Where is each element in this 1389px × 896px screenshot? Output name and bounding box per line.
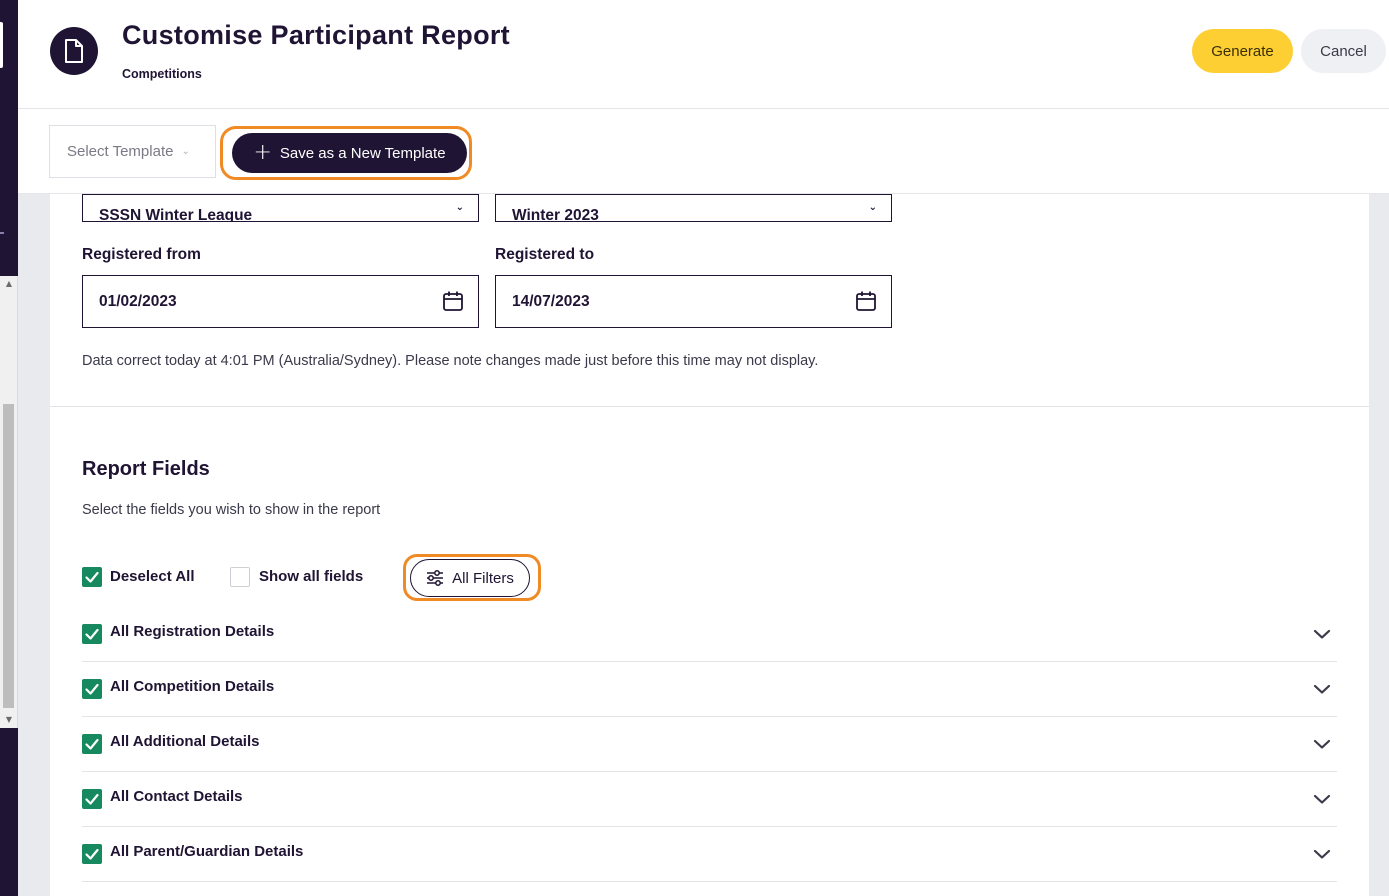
registered-from-label: Registered from — [82, 246, 201, 263]
report-fields-description: Select the fields you wish to show in th… — [82, 502, 381, 518]
competition-value: SSSN Winter League — [99, 207, 253, 222]
chevron-down-icon[interactable] — [1313, 848, 1331, 860]
plus-icon: + — [253, 140, 272, 165]
page-header: Customise Participant Report Competition… — [18, 0, 1389, 109]
checkmark-icon — [85, 628, 99, 640]
document-icon — [50, 27, 98, 75]
competition-select[interactable]: SSSN Winter League ⌄ — [82, 194, 479, 222]
chevron-down-icon: ⌄ — [455, 202, 464, 213]
calendar-icon[interactable] — [442, 290, 464, 317]
checkmark-icon — [85, 738, 99, 750]
scroll-up-arrow-icon[interactable]: ▲ — [0, 276, 18, 292]
contact-details-label: All Contact Details — [110, 788, 243, 805]
chevron-down-icon[interactable] — [1313, 738, 1331, 750]
contact-details-checkbox[interactable] — [82, 789, 102, 809]
sliders-icon — [427, 570, 444, 586]
calendar-icon[interactable] — [855, 290, 877, 317]
show-all-fields-checkbox[interactable] — [230, 567, 250, 587]
all-filters-button[interactable]: All Filters — [410, 559, 530, 597]
accordion-additional-details[interactable]: All Additional Details — [82, 726, 1337, 772]
app-root: ▲ ▼ Customise Participant Report Competi… — [0, 0, 1389, 896]
parent-guardian-details-label: All Parent/Guardian Details — [110, 843, 304, 860]
competition-details-label: All Competition Details — [110, 678, 275, 695]
all-filters-label: All Filters — [452, 569, 514, 587]
registered-to-value: 14/07/2023 — [512, 292, 590, 310]
registered-from-field[interactable]: 01/02/2023 — [82, 275, 479, 328]
accordion-contact-details[interactable]: All Contact Details — [82, 781, 1337, 827]
cancel-button[interactable]: Cancel — [1301, 29, 1386, 73]
registered-to-field[interactable]: 14/07/2023 — [495, 275, 892, 328]
additional-details-checkbox[interactable] — [82, 734, 102, 754]
scrollbar[interactable]: ▲ ▼ — [0, 276, 18, 728]
deselect-all-label[interactable]: Deselect All — [110, 568, 195, 585]
generate-button[interactable]: Generate — [1192, 29, 1293, 73]
checkmark-icon — [85, 793, 99, 805]
registered-to-label: Registered to — [495, 246, 595, 263]
parent-guardian-details-checkbox[interactable] — [82, 844, 102, 864]
scroll-down-arrow-icon[interactable]: ▼ — [0, 712, 18, 728]
page-title: Customise Participant Report — [122, 20, 510, 50]
show-all-fields-label[interactable]: Show all fields — [259, 568, 363, 585]
chevron-down-icon: ⌄ — [868, 202, 877, 213]
accordion-competition-details[interactable]: All Competition Details — [82, 671, 1337, 717]
rail-marker — [0, 232, 4, 234]
save-template-label: Save as a New Template — [279, 144, 446, 162]
save-as-new-template-button[interactable]: + Save as a New Template — [232, 133, 467, 173]
chevron-down-icon[interactable] — [1313, 683, 1331, 695]
chevron-down-icon[interactable] — [1313, 793, 1331, 805]
season-value: Winter 2023 — [512, 207, 599, 222]
registered-from-value: 01/02/2023 — [99, 292, 177, 310]
select-template-dropdown[interactable]: Select Template ⌄ — [49, 125, 216, 178]
checkmark-icon — [85, 848, 99, 860]
accordion-parent-guardian-details[interactable]: All Parent/Guardian Details — [82, 836, 1337, 882]
rail-active-indicator — [0, 22, 3, 68]
report-fields-title: Report Fields — [82, 458, 210, 480]
data-freshness-note: Data correct today at 4:01 PM (Australia… — [82, 353, 819, 369]
template-toolbar: Select Template ⌄ + Save as a New Templa… — [18, 109, 1389, 194]
select-template-placeholder: Select Template — [67, 143, 174, 160]
chevron-down-icon[interactable] — [1313, 628, 1331, 640]
page-subtitle: Competitions — [122, 67, 202, 81]
chevron-down-icon: ⌄ — [181, 146, 190, 157]
deselect-all-checkbox[interactable] — [82, 567, 102, 587]
registration-details-label: All Registration Details — [110, 623, 275, 640]
registration-details-checkbox[interactable] — [82, 624, 102, 644]
section-divider — [50, 406, 1369, 407]
checkmark-icon — [85, 683, 99, 695]
left-nav-rail: ▲ ▼ — [0, 0, 18, 896]
season-select[interactable]: Winter 2023 ⌄ — [495, 194, 892, 222]
scroll-thumb[interactable] — [3, 404, 14, 708]
accordion-registration-details[interactable]: All Registration Details — [82, 616, 1337, 662]
checkmark-icon — [85, 571, 99, 583]
competition-details-checkbox[interactable] — [82, 679, 102, 699]
additional-details-label: All Additional Details — [110, 733, 260, 750]
